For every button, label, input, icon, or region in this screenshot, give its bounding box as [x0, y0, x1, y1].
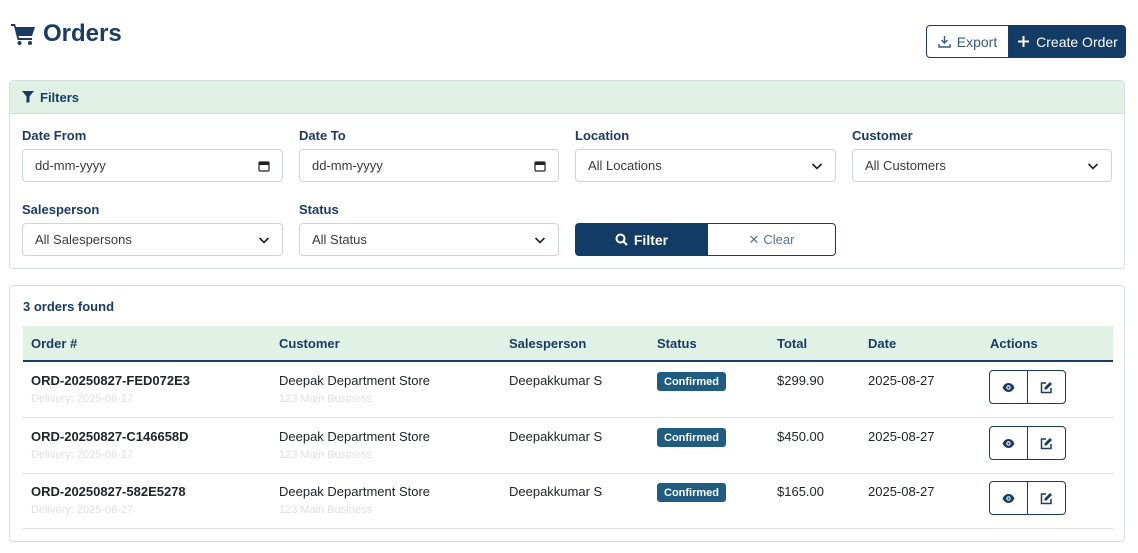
salesperson-select[interactable]: All Salespersons [22, 223, 283, 256]
edit-icon [1040, 492, 1052, 504]
chevron-down-icon [1087, 162, 1099, 170]
customer-value: All Customers [865, 158, 946, 173]
status-badge: Confirmed [657, 372, 726, 391]
col-status[interactable]: Status [657, 336, 697, 351]
customer-name: Deepak Department Store [279, 429, 431, 444]
customer-name: Deepak Department Store [279, 373, 431, 388]
calendar-icon[interactable] [534, 160, 546, 172]
view-button[interactable] [989, 481, 1028, 515]
date-from-label: Date From [22, 128, 87, 143]
edit-icon [1040, 437, 1052, 449]
close-icon: ✕ [748, 231, 760, 247]
create-order-button[interactable]: Create Order [1009, 25, 1126, 58]
status-value: All Status [312, 232, 367, 247]
edit-button[interactable] [1027, 370, 1066, 404]
customer-select[interactable]: All Customers [852, 149, 1112, 182]
filter-icon [22, 91, 34, 103]
calendar-icon[interactable] [258, 160, 270, 172]
chevron-down-icon [258, 236, 270, 244]
filters-title: Filters [40, 89, 80, 105]
order-date: 2025-08-27 [868, 429, 935, 444]
order-subtext: Delivery: 2025-08-27 [31, 393, 134, 405]
clear-label: Clear [763, 232, 795, 247]
table-header: Order # Customer Salesperson Status Tota… [23, 326, 1113, 362]
date-from-placeholder: dd-mm-yyyy [35, 158, 106, 173]
view-button[interactable] [989, 426, 1028, 460]
view-button[interactable] [989, 370, 1028, 404]
order-date: 2025-08-27 [868, 373, 935, 388]
edit-icon [1040, 381, 1052, 393]
customer-name: Deepak Department Store [279, 484, 431, 499]
table-row: ORD-20250827-FED072E3 Delivery: 2025-08-… [23, 362, 1113, 418]
top-actions: Export Create Order [926, 25, 1126, 58]
export-label: Export [956, 33, 998, 50]
order-number[interactable]: ORD-20250827-C146658D [31, 429, 189, 444]
cart-icon [11, 24, 35, 45]
edit-button[interactable] [1027, 481, 1066, 515]
location-value: All Locations [588, 158, 662, 173]
create-order-label: Create Order [1036, 33, 1118, 50]
status-badge: Confirmed [657, 428, 726, 447]
order-number[interactable]: ORD-20250827-FED072E3 [31, 373, 190, 388]
col-salesperson[interactable]: Salesperson [509, 336, 586, 351]
eye-icon [1002, 438, 1015, 448]
salesperson-value: All Salespersons [35, 232, 132, 247]
col-total[interactable]: Total [777, 336, 807, 351]
filter-actions: Filter ✕ Clear [575, 223, 836, 256]
order-number[interactable]: ORD-20250827-582E5278 [31, 484, 186, 499]
location-select[interactable]: All Locations [575, 149, 836, 182]
col-order-no[interactable]: Order # [31, 336, 77, 351]
date-to-label: Date To [299, 128, 346, 143]
salesperson-name: Deepakkumar S [509, 484, 603, 499]
order-subtext: Delivery: 2025-08-27 [31, 449, 134, 461]
edit-button[interactable] [1027, 426, 1066, 460]
date-from-input[interactable]: dd-mm-yyyy [22, 149, 283, 182]
table-row: ORD-20250827-582E5278 Delivery: 2025-08-… [23, 473, 1113, 529]
order-total: $165.00 [777, 484, 824, 499]
plus-icon [1018, 36, 1030, 47]
page-title: Orders [10, 20, 122, 48]
order-total: $299.90 [777, 373, 824, 388]
chevron-down-icon [811, 162, 823, 170]
customer-subtext: 123 Main Business [279, 449, 372, 461]
filter-label: Filter [633, 231, 669, 248]
col-actions: Actions [990, 336, 1038, 351]
date-to-placeholder: dd-mm-yyyy [312, 158, 383, 173]
salesperson-name: Deepakkumar S [509, 429, 603, 444]
salesperson-label: Salesperson [22, 202, 100, 217]
col-date[interactable]: Date [868, 336, 896, 351]
table-row: ORD-20250827-C146658D Delivery: 2025-08-… [23, 418, 1113, 474]
clear-button[interactable]: ✕ Clear [708, 223, 836, 256]
status-select[interactable]: All Status [299, 223, 559, 256]
export-button[interactable]: Export [926, 25, 1009, 58]
filter-button[interactable]: Filter [575, 223, 708, 256]
orders-count: 3 orders found [23, 299, 115, 314]
customer-label: Customer [852, 128, 913, 143]
order-subtext: Delivery: 2025-08-27 [31, 504, 134, 516]
date-to-input[interactable]: dd-mm-yyyy [299, 149, 559, 182]
location-label: Location [575, 128, 630, 143]
eye-icon [1002, 382, 1015, 392]
salesperson-name: Deepakkumar S [509, 373, 603, 388]
eye-icon [1002, 493, 1015, 503]
page-title-text: Orders [43, 20, 122, 47]
search-icon [615, 233, 628, 246]
chevron-down-icon [534, 236, 546, 244]
customer-subtext: 123 Main Business [279, 393, 372, 405]
filters-header[interactable]: Filters [10, 81, 1124, 114]
order-date: 2025-08-27 [868, 484, 935, 499]
status-badge: Confirmed [657, 483, 726, 502]
order-total: $450.00 [777, 429, 824, 444]
download-icon [938, 36, 951, 48]
status-label: Status [299, 202, 339, 217]
col-customer[interactable]: Customer [279, 336, 340, 351]
orders-card: 3 orders found Order # Customer Salesper… [9, 285, 1125, 542]
customer-subtext: 123 Main Business [279, 504, 372, 516]
